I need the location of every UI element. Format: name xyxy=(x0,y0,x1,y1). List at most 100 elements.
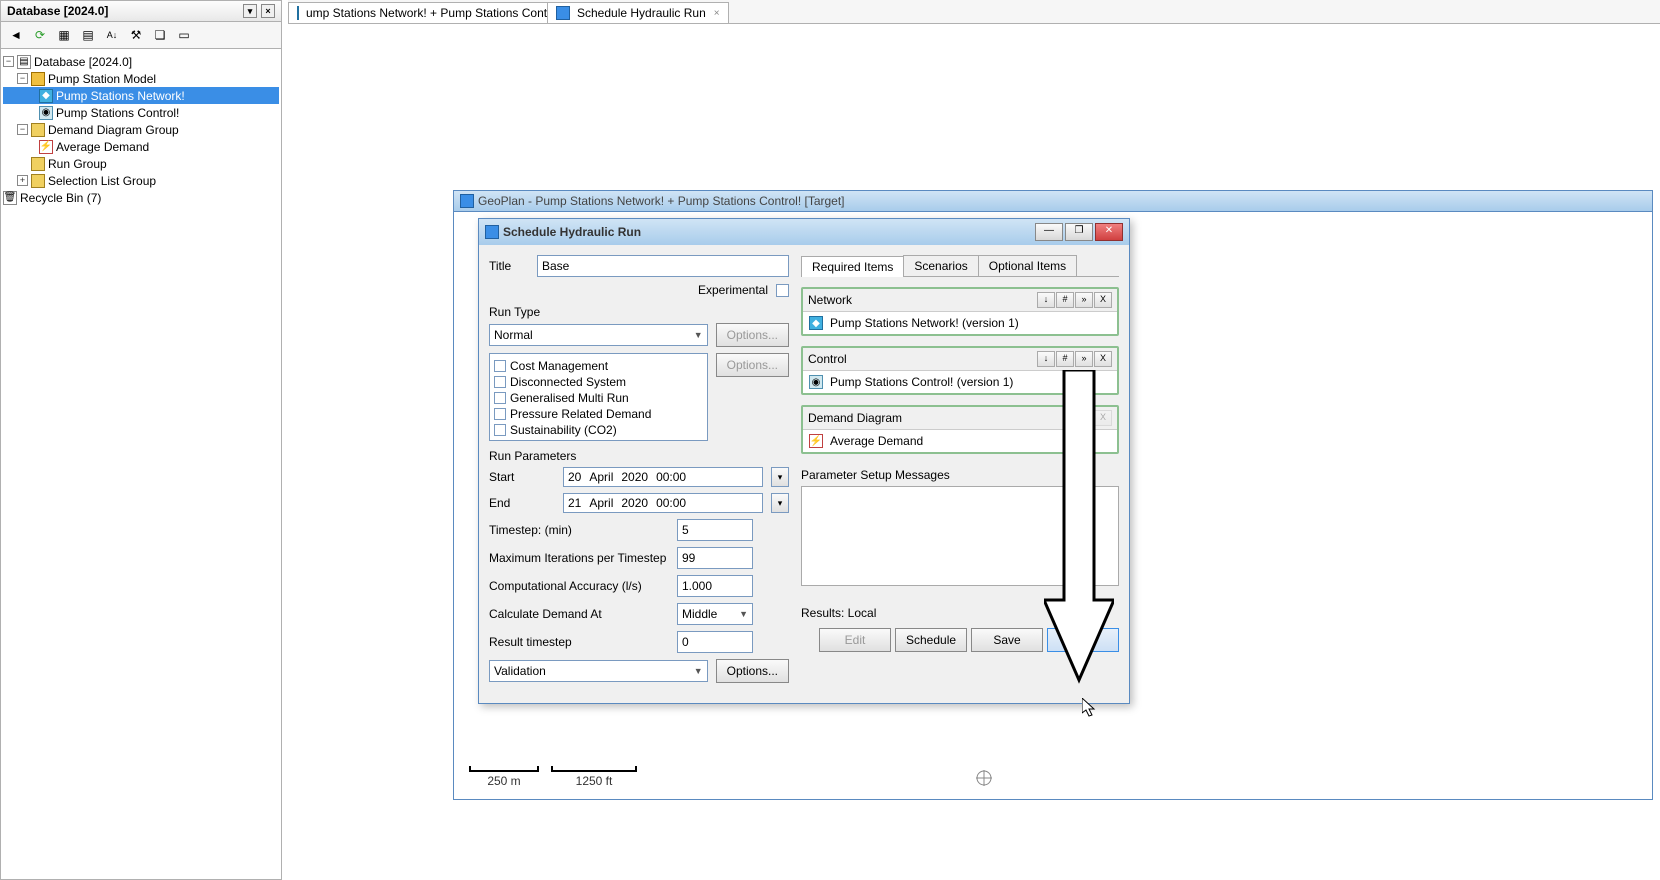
item-down-button[interactable]: ↓ xyxy=(1037,292,1055,308)
control-header: Control xyxy=(808,352,847,366)
database-toolbar: ◄ ⟳ ▦ ▤ A↓ ⚒ ❏ ▭ xyxy=(1,22,281,49)
runtype-combo[interactable]: Normal▼ xyxy=(489,324,708,346)
maximize-button[interactable]: ❐ xyxy=(1065,223,1093,241)
minimize-button[interactable]: — xyxy=(1035,223,1063,241)
item-hash-button[interactable]: # xyxy=(1056,351,1074,367)
item-next-button[interactable]: » xyxy=(1075,351,1093,367)
validation-combo[interactable]: Validation▼ xyxy=(489,660,708,682)
calc-demand-combo[interactable]: Middle▼ xyxy=(677,603,753,625)
prd-checkbox[interactable] xyxy=(494,408,506,420)
tree-toggle-icon[interactable]: − xyxy=(17,124,28,135)
tree-avg-demand[interactable]: ⚡ Average Demand xyxy=(3,138,279,155)
demand-diagram-icon: ⚡ xyxy=(809,434,823,448)
result-ts-input[interactable] xyxy=(677,631,753,653)
save-button[interactable]: Save xyxy=(971,628,1043,652)
edit-button[interactable]: Edit xyxy=(819,628,891,652)
doc-tab-schedule[interactable]: Schedule Hydraulic Run × xyxy=(547,2,729,23)
messages-box[interactable] xyxy=(801,486,1119,586)
back-icon[interactable]: ◄ xyxy=(7,26,25,44)
dialog-icon xyxy=(485,225,499,239)
disconnected-checkbox[interactable] xyxy=(494,376,506,388)
tree-recycle-bin[interactable]: 🗑 Recycle Bin (7) xyxy=(3,189,279,206)
tree-model[interactable]: − Pump Station Model xyxy=(3,70,279,87)
panel-close-icon[interactable]: × xyxy=(261,4,275,18)
start-date-dropdown[interactable]: ▾ xyxy=(771,467,789,487)
tab-required[interactable]: Required Items xyxy=(801,256,904,277)
dialog-tabs: Required Items Scenarios Optional Items xyxy=(801,255,1119,277)
item-down-button[interactable]: ↓ xyxy=(1037,351,1055,367)
dialog-title-bar[interactable]: Schedule Hydraulic Run — ❐ ✕ xyxy=(479,219,1129,245)
toolbar-icon-3[interactable]: ⚒ xyxy=(127,26,145,44)
end-date-dropdown[interactable]: ▾ xyxy=(771,493,789,513)
run-button[interactable]: Run xyxy=(1047,628,1119,652)
panel-menu-icon[interactable]: ▾ xyxy=(243,4,257,18)
list-options-button[interactable]: Options... xyxy=(716,353,789,377)
geoplan-title-bar[interactable]: GeoPlan - Pump Stations Network! + Pump … xyxy=(454,191,1652,212)
tree-toggle-icon[interactable]: − xyxy=(17,73,28,84)
maxit-input[interactable] xyxy=(677,547,753,569)
maxit-label: Maximum Iterations per Timestep xyxy=(489,551,669,565)
tree-sel-group[interactable]: + Selection List Group xyxy=(3,172,279,189)
network-item: Network ↓ # » X ◆Pump Stations Network! … xyxy=(801,287,1119,336)
toolbar-icon-4[interactable]: ❏ xyxy=(151,26,169,44)
tree-control[interactable]: ◉ Pump Stations Control! xyxy=(3,104,279,121)
geoplan-title-text: GeoPlan - Pump Stations Network! + Pump … xyxy=(478,194,845,208)
tree-root[interactable]: − ▤ Database [2024.0] xyxy=(3,53,279,70)
tree-run-group[interactable]: Run Group xyxy=(3,155,279,172)
run-options-list[interactable]: Cost Management Disconnected System Gene… xyxy=(489,353,708,441)
runtype-options-button[interactable]: Options... xyxy=(716,323,789,347)
database-title-text: Database [2024.0] xyxy=(7,4,108,18)
demand-diagram-header: Demand Diagram xyxy=(808,411,902,425)
dialog-icon xyxy=(556,6,570,20)
timestep-label: Timestep: (min) xyxy=(489,523,669,537)
item-clear-button[interactable]: X xyxy=(1094,351,1112,367)
result-ts-label: Result timestep xyxy=(489,635,669,649)
tab-optional[interactable]: Optional Items xyxy=(978,255,1077,276)
model-group-icon xyxy=(31,72,45,86)
tree-toggle-icon[interactable]: − xyxy=(3,56,14,67)
control-icon: ◉ xyxy=(39,106,53,120)
sort-az-icon[interactable]: A↓ xyxy=(103,26,121,44)
tab-close-icon[interactable]: × xyxy=(714,8,720,19)
cost-checkbox[interactable] xyxy=(494,360,506,372)
close-button[interactable]: ✕ xyxy=(1095,223,1123,241)
gmr-checkbox[interactable] xyxy=(494,392,506,404)
messages-label: Parameter Setup Messages xyxy=(801,468,1119,482)
demand-diagram-icon: ⚡ xyxy=(39,140,53,154)
title-input[interactable] xyxy=(537,255,789,277)
experimental-checkbox[interactable] xyxy=(776,284,789,297)
network-icon xyxy=(297,6,299,20)
tree-dd-group[interactable]: − Demand Diagram Group xyxy=(3,121,279,138)
group-icon xyxy=(31,174,45,188)
schedule-button[interactable]: Schedule xyxy=(895,628,967,652)
tab-scenarios[interactable]: Scenarios xyxy=(903,255,978,276)
item-clear-button[interactable]: X xyxy=(1094,292,1112,308)
toolbar-icon-2[interactable]: ▤ xyxy=(79,26,97,44)
experimental-label: Experimental xyxy=(698,283,768,297)
demand-group-icon xyxy=(31,123,45,137)
start-date-field[interactable]: 20April202000:00 xyxy=(563,467,763,487)
toolbar-icon-5[interactable]: ▭ xyxy=(175,26,193,44)
accuracy-input[interactable] xyxy=(677,575,753,597)
tree-network[interactable]: ◆ Pump Stations Network! xyxy=(3,87,279,104)
end-label: End xyxy=(489,496,555,510)
refresh-icon[interactable]: ⟳ xyxy=(31,26,49,44)
scale-bar: 250 m 1250 ft xyxy=(469,766,637,788)
demand-diagram-item: Demand Diagram » X ⚡Average Demand xyxy=(801,405,1119,454)
item-next-button[interactable]: » xyxy=(1075,410,1093,426)
database-icon: ▤ xyxy=(17,55,31,69)
co2-checkbox[interactable] xyxy=(494,424,506,436)
doc-tab-geoplan[interactable]: ump Stations Network! + Pump Stations Co… xyxy=(288,2,548,23)
end-date-field[interactable]: 21April202000:00 xyxy=(563,493,763,513)
calc-demand-label: Calculate Demand At xyxy=(489,607,669,621)
timestep-input[interactable] xyxy=(677,519,753,541)
item-next-button[interactable]: » xyxy=(1075,292,1093,308)
validation-options-button[interactable]: Options... xyxy=(716,659,789,683)
database-tree[interactable]: − ▤ Database [2024.0] − Pump Station Mod… xyxy=(1,49,281,210)
toolbar-icon-1[interactable]: ▦ xyxy=(55,26,73,44)
item-clear-button[interactable]: X xyxy=(1094,410,1112,426)
compass-icon xyxy=(974,768,994,788)
tree-toggle-icon[interactable]: + xyxy=(17,175,28,186)
start-label: Start xyxy=(489,470,555,484)
item-hash-button[interactable]: # xyxy=(1056,292,1074,308)
